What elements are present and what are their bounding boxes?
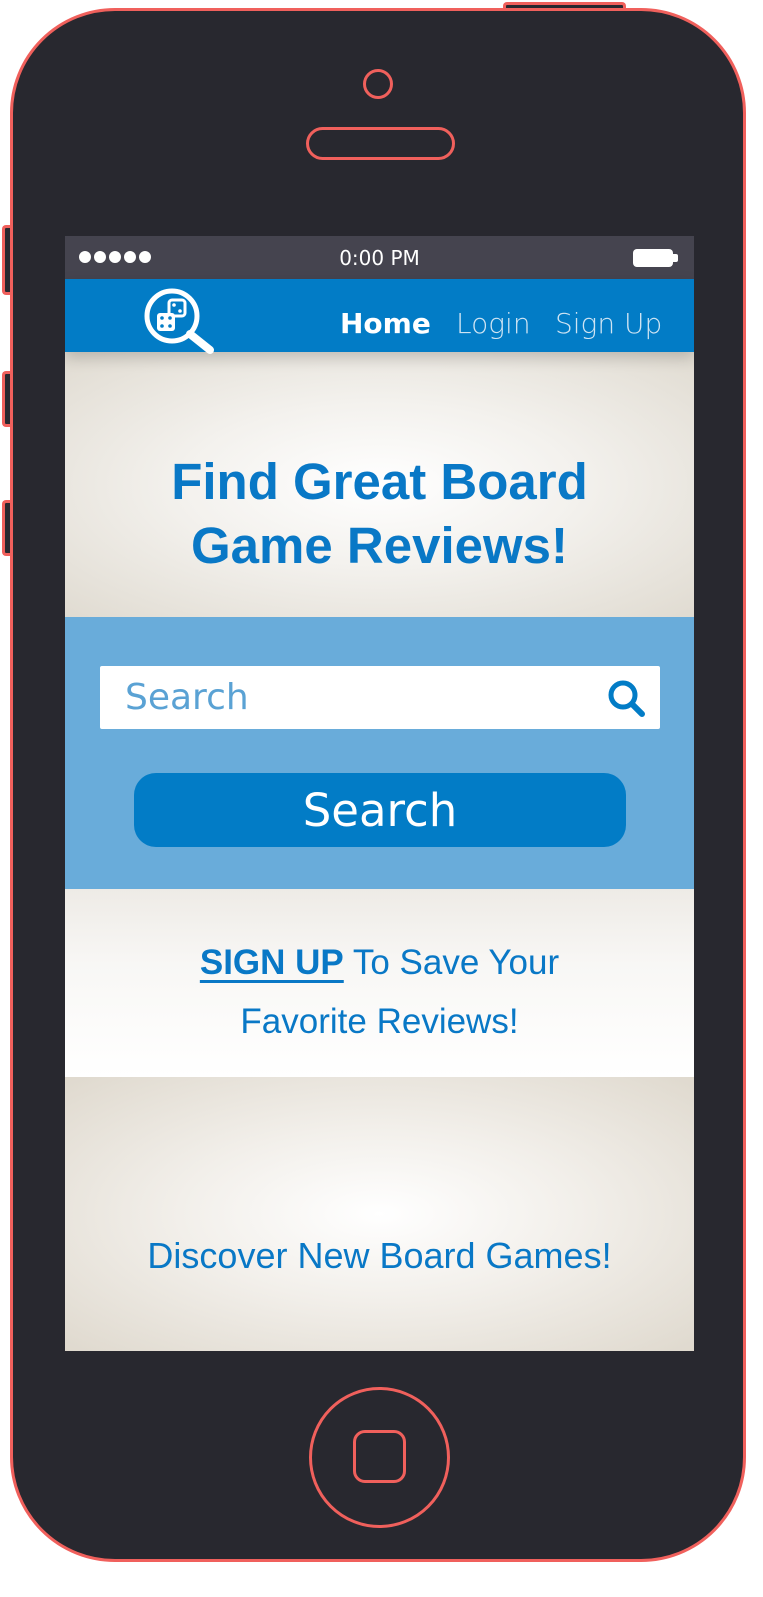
status-bar: 0:00 PM bbox=[65, 236, 694, 279]
dice-magnifier-logo-icon[interactable] bbox=[143, 287, 219, 355]
home-button[interactable] bbox=[309, 1387, 450, 1528]
nav-login-link[interactable]: Login bbox=[456, 307, 531, 340]
nav-home-link[interactable]: Home bbox=[340, 307, 431, 340]
search-section: Search bbox=[65, 617, 694, 889]
search-input[interactable] bbox=[100, 666, 590, 729]
signup-promo-section: SIGN UP To Save Your Favorite Reviews! bbox=[65, 889, 694, 1077]
discover-section: Discover New Board Games! bbox=[65, 1077, 694, 1351]
screen: 0:00 PM Home Login Sign Up Find Great Bo… bbox=[65, 236, 694, 1351]
nav-bar: Home Login Sign Up bbox=[65, 279, 694, 355]
hero-section: Find Great Board Game Reviews! bbox=[65, 352, 694, 617]
search-field-wrapper bbox=[100, 666, 660, 729]
home-button-icon bbox=[353, 1430, 406, 1483]
front-camera bbox=[363, 69, 393, 99]
signup-promo-text: SIGN UP To Save Your Favorite Reviews! bbox=[65, 933, 694, 1051]
search-button[interactable]: Search bbox=[134, 773, 626, 847]
signup-link[interactable]: SIGN UP bbox=[200, 943, 344, 982]
promo-line2-text: Favorite Reviews! bbox=[240, 1002, 519, 1041]
discover-link[interactable]: Discover New Board Games! bbox=[65, 1235, 694, 1277]
battery-icon bbox=[633, 249, 678, 267]
hero-title: Find Great Board Game Reviews! bbox=[171, 453, 588, 574]
promo-line1-text: To Save Your bbox=[343, 943, 560, 982]
search-icon[interactable] bbox=[605, 678, 649, 718]
earpiece-speaker bbox=[306, 127, 455, 160]
nav-signup-link[interactable]: Sign Up bbox=[555, 307, 662, 340]
status-time: 0:00 PM bbox=[339, 246, 420, 270]
